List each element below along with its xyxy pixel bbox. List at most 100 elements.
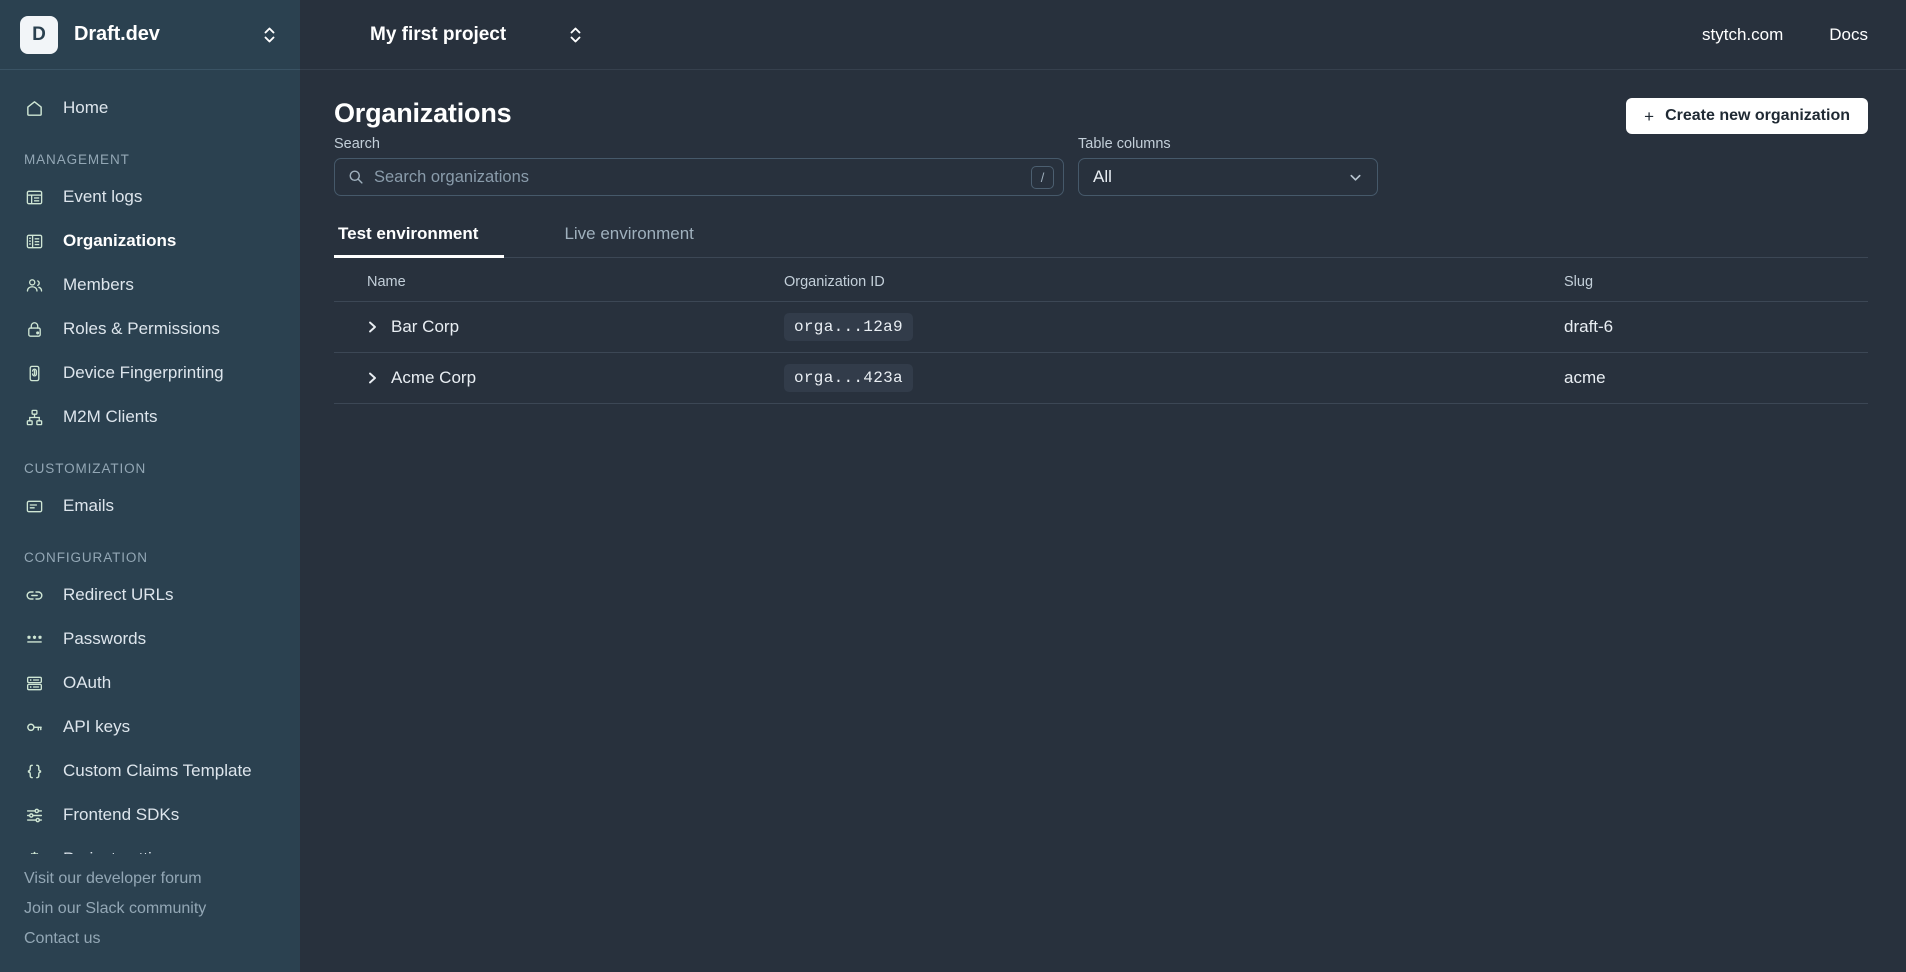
workspace-title: Draft.dev: [74, 23, 160, 45]
search-field-group: Search /: [334, 136, 1064, 196]
topbar-link-docs[interactable]: Docs: [1829, 25, 1868, 45]
tab-test-environment[interactable]: Test environment: [334, 224, 505, 258]
footer-link-slack-community[interactable]: Join our Slack community: [24, 894, 276, 924]
column-header-slug[interactable]: Slug: [1564, 258, 1868, 302]
chevron-right-icon[interactable]: [367, 320, 378, 334]
sidebar-item-members[interactable]: Members: [0, 263, 300, 307]
link-icon: [24, 585, 45, 606]
footer-link-developer-forum[interactable]: Visit our developer forum: [24, 864, 276, 894]
topbar-links: stytch.com Docs: [1702, 25, 1868, 45]
sidebar-item-label: Device Fingerprinting: [63, 363, 224, 382]
sidebar-item-label: Passwords: [63, 629, 147, 648]
sidebar-item-project-settings[interactable]: Project settings: [0, 837, 300, 854]
sidebar-item-label: M2M Clients: [63, 407, 158, 426]
main-area: My first project stytch.com Docs Organiz…: [300, 0, 1906, 972]
org-name-expander[interactable]: Bar Corp: [367, 317, 784, 337]
cell-name[interactable]: Acme Corp: [334, 352, 784, 404]
column-header-organization-id[interactable]: Organization ID: [784, 258, 1564, 302]
search-box[interactable]: /: [334, 158, 1064, 196]
sidebar-item-label: Organizations: [63, 231, 177, 250]
sidebar-item-custom-claims-template[interactable]: Custom Claims Template: [0, 749, 300, 793]
app-root: D Draft.dev Home MANAGEMENT Event logs O…: [0, 0, 1906, 972]
sidebar-item-label: Event logs: [63, 187, 143, 206]
cell-organization-id: orga...423a: [784, 352, 1564, 404]
page-title: Organizations: [334, 98, 512, 128]
table-row[interactable]: Acme Corp orga...423a acme: [334, 352, 1868, 404]
server-icon: [24, 673, 45, 694]
sidebar-item-device-fingerprinting[interactable]: Device Fingerprinting: [0, 351, 300, 395]
sidebar-item-label: Frontend SDKs: [63, 805, 180, 824]
sidebar-item-redirect-urls[interactable]: Redirect URLs: [0, 573, 300, 617]
organization-id-chip[interactable]: orga...12a9: [784, 313, 913, 341]
sidebar-item-label: Roles & Permissions: [63, 319, 220, 338]
table-columns-field-group: Table columns All: [1078, 136, 1378, 196]
sidebar-item-api-keys[interactable]: API keys: [0, 705, 300, 749]
table-columns-label: Table columns: [1078, 136, 1171, 152]
sidebar-item-home[interactable]: Home: [0, 86, 300, 130]
sidebar-item-roles-permissions[interactable]: Roles & Permissions: [0, 307, 300, 351]
users-icon: [24, 275, 45, 296]
mobile-device-icon: [24, 363, 45, 384]
column-header-name[interactable]: Name: [334, 258, 784, 302]
workspace-switcher-button[interactable]: [260, 19, 278, 51]
sidebar-item-label: Redirect URLs: [63, 585, 174, 604]
lock-key-icon: [24, 319, 45, 340]
sidebar-item-frontend-sdks[interactable]: Frontend SDKs: [0, 793, 300, 837]
organization-id-chip[interactable]: orga...423a: [784, 364, 913, 392]
sidebar-item-label: Custom Claims Template: [63, 761, 252, 780]
cell-slug: acme: [1564, 352, 1868, 404]
page-header: Organizations + Create new organization: [334, 98, 1868, 134]
table-body: Bar Corp orga...12a9 draft-6 Acme Corp o…: [334, 301, 1868, 404]
project-name: My first project: [370, 23, 507, 45]
sidebar-item-label: Emails: [63, 496, 115, 515]
home-icon: [24, 98, 45, 119]
sidebar-section-management: MANAGEMENT: [24, 152, 130, 167]
sidebar-item-label: API keys: [63, 717, 131, 736]
search-icon: [348, 169, 365, 185]
topbar: My first project stytch.com Docs: [300, 0, 1906, 70]
chevron-down-icon: [1348, 170, 1363, 185]
cell-name[interactable]: Bar Corp: [334, 301, 784, 353]
workspace-logo-badge: D: [20, 15, 58, 54]
envelope-icon: [24, 496, 45, 517]
org-name: Bar Corp: [391, 317, 460, 336]
table-row[interactable]: Bar Corp orga...12a9 draft-6: [334, 301, 1868, 353]
sidebar-header[interactable]: D Draft.dev: [0, 0, 300, 70]
sidebar-item-organizations[interactable]: Organizations: [0, 219, 300, 263]
table-columns-value: All: [1093, 167, 1112, 186]
tab-live-environment[interactable]: Live environment: [560, 224, 717, 258]
table-head: Name Organization ID Slug: [334, 258, 1868, 302]
list-table-icon: [24, 187, 45, 208]
sidebar-item-oauth[interactable]: OAuth: [0, 661, 300, 705]
sidebar-item-emails[interactable]: Emails: [0, 484, 300, 528]
table-header-row: Name Organization ID Slug: [334, 258, 1868, 302]
sidebar-item-label: OAuth: [63, 673, 112, 692]
sidebar-footer: Visit our developer forum Join our Slack…: [0, 854, 300, 972]
sidebar-nav: Home MANAGEMENT Event logs Organizations…: [0, 70, 300, 854]
project-switcher[interactable]: My first project: [370, 19, 584, 51]
cell-organization-id: orga...12a9: [784, 301, 1564, 353]
sidebar-item-event-logs[interactable]: Event logs: [0, 175, 300, 219]
sidebar-item-label: Home: [63, 98, 109, 117]
plus-icon: +: [1644, 106, 1655, 126]
sidebar-section-configuration: CONFIGURATION: [24, 550, 148, 565]
footer-link-contact-us[interactable]: Contact us: [24, 924, 276, 954]
create-new-organization-button[interactable]: + Create new organization: [1626, 98, 1868, 134]
topbar-link-stytch[interactable]: stytch.com: [1702, 25, 1783, 45]
sliders-icon: [24, 805, 45, 826]
sidebar-item-passwords[interactable]: Passwords: [0, 617, 300, 661]
search-input[interactable]: [374, 167, 1031, 187]
org-name-expander[interactable]: Acme Corp: [367, 368, 784, 388]
up-down-chevrons-icon[interactable]: [566, 19, 584, 51]
org-name: Acme Corp: [391, 368, 477, 387]
chevron-right-icon[interactable]: [367, 371, 378, 385]
search-shortcut-badge: /: [1031, 165, 1054, 189]
sidebar-section-customization: CUSTOMIZATION: [24, 461, 147, 476]
create-button-label: Create new organization: [1665, 107, 1850, 124]
up-down-chevrons-icon: [263, 25, 276, 45]
key-icon: [24, 717, 45, 738]
sidebar-item-m2m-clients[interactable]: M2M Clients: [0, 395, 300, 439]
table-columns-select[interactable]: All: [1078, 158, 1378, 196]
password-dots-icon: [24, 629, 45, 650]
page-content: Organizations + Create new organization …: [300, 70, 1906, 972]
